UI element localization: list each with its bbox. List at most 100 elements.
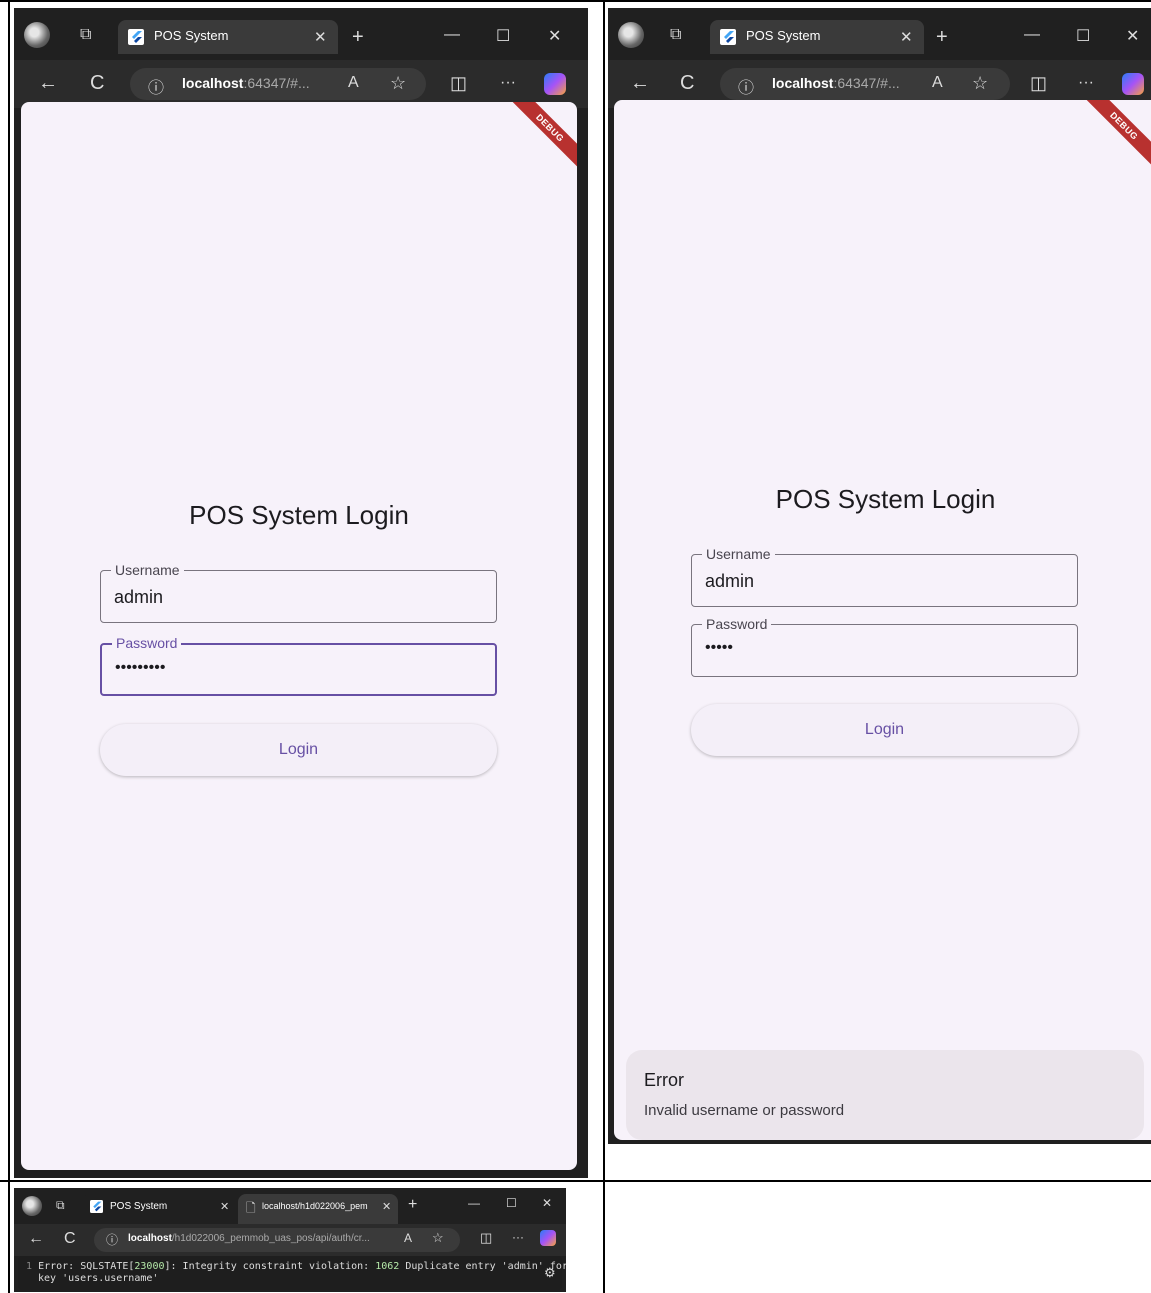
read-aloud-icon[interactable]: A — [404, 1231, 412, 1245]
more-icon[interactable]: ··· — [1078, 74, 1094, 92]
tab-close-icon[interactable]: ✕ — [220, 1200, 229, 1213]
profile-avatar[interactable] — [618, 22, 644, 48]
profile-avatar[interactable] — [24, 22, 50, 48]
tab-close-icon[interactable]: ✕ — [314, 28, 327, 46]
grid-line-top — [0, 0, 1151, 2]
login-button[interactable]: Login — [100, 724, 497, 776]
browser-tab[interactable]: POS System ✕ — [710, 20, 924, 54]
app-viewport: DEBUG POS System Login Username admin Pa… — [614, 100, 1151, 1140]
flutter-icon — [90, 1200, 103, 1213]
maximize-icon[interactable]: ☐ — [496, 26, 510, 46]
username-label: Username — [111, 562, 184, 578]
tab-title: POS System — [110, 1201, 168, 1212]
username-value: admin — [114, 587, 164, 607]
tab-title: localhost/h1d022006_pem — [262, 1201, 368, 1211]
site-info-icon[interactable]: ⓘ — [738, 74, 754, 98]
reload-icon[interactable]: C — [90, 72, 104, 95]
back-icon[interactable]: ← — [28, 1230, 44, 1248]
password-value: ••••• — [705, 639, 734, 656]
profile-avatar[interactable] — [22, 1196, 42, 1216]
password-field[interactable]: Password ••••••••• — [100, 635, 497, 696]
settings-gear-icon[interactable]: ⚙ — [544, 1265, 556, 1281]
read-aloud-icon[interactable]: A — [348, 74, 359, 92]
debug-banner: DEBUG — [1079, 100, 1151, 171]
browser-tab-api[interactable]: 🗋 localhost/h1d022006_pem ✕ — [238, 1194, 398, 1224]
title-bar: ⧉ POS System ✕ + — ☐ ✕ — [14, 8, 588, 60]
browser-window-bottom: ⧉ POS System ✕ 🗋 localhost/h1d022006_pem… — [14, 1188, 566, 1292]
username-value: admin — [705, 571, 755, 591]
new-tab-icon[interactable]: + — [352, 26, 364, 49]
site-info-icon[interactable]: ⓘ — [106, 1231, 118, 1248]
password-label: Password — [702, 616, 772, 632]
url-text: localhost:64347/#... — [182, 75, 310, 91]
split-screen-icon[interactable]: ◫ — [450, 73, 467, 94]
favorite-icon[interactable]: ☆ — [432, 1230, 444, 1246]
back-icon[interactable]: ← — [38, 72, 58, 95]
snackbar-message: Invalid username or password — [644, 1102, 845, 1119]
app-viewport: DEBUG POS System Login Username admin Pa… — [21, 102, 577, 1170]
username-field[interactable]: Username admin — [691, 546, 1078, 607]
grid-line-middle — [0, 1180, 1151, 1182]
flutter-icon — [720, 29, 736, 45]
login-title: POS System Login — [775, 484, 996, 514]
tab-title: POS System — [746, 28, 821, 43]
username-field[interactable]: Username admin — [100, 562, 497, 623]
workspaces-icon[interactable]: ⧉ — [80, 26, 91, 44]
copilot-icon[interactable] — [540, 1230, 556, 1246]
browser-window-left: ⧉ POS System ✕ + — ☐ ✕ ← C ⓘ localhost:6… — [14, 8, 588, 1178]
address-bar: ← C ⓘ localhost:64347/#... A ☆ ◫ ··· — [14, 60, 588, 108]
login-title: POS System Login — [189, 500, 409, 530]
error-output: 1 Error: SQLSTATE[23000]: Integrity cons… — [26, 1261, 566, 1272]
address-bar: ← C ⓘ localhost/h1d022006_pemmob_uas_pos… — [14, 1224, 566, 1256]
more-icon[interactable]: ··· — [512, 1230, 524, 1244]
page-icon: 🗋 — [246, 1201, 256, 1215]
reload-icon[interactable]: C — [680, 72, 694, 95]
url-bar[interactable]: ⓘ localhost:64347/#... A ☆ — [130, 68, 426, 100]
tab-close-icon[interactable]: ✕ — [382, 1200, 391, 1213]
favorite-icon[interactable]: ☆ — [390, 73, 406, 94]
flutter-icon — [128, 29, 144, 45]
debug-banner: DEBUG — [505, 102, 577, 173]
url-text: localhost/h1d022006_pemmob_uas_pos/api/a… — [128, 1233, 370, 1244]
reload-icon[interactable]: C — [64, 1230, 76, 1248]
copilot-icon[interactable] — [1122, 73, 1144, 95]
site-info-icon[interactable]: ⓘ — [148, 74, 164, 98]
line-number: 1 — [26, 1261, 33, 1272]
read-aloud-icon[interactable]: A — [932, 74, 943, 92]
more-icon[interactable]: ··· — [500, 74, 516, 92]
workspaces-icon[interactable]: ⧉ — [670, 26, 681, 44]
minimize-icon[interactable]: — — [468, 1196, 480, 1210]
error-snackbar: Error Invalid username or password — [626, 1050, 1144, 1140]
username-label: Username — [702, 546, 775, 562]
title-bar: ⧉ POS System ✕ + — ☐ ✕ — [608, 8, 1151, 60]
error-output-line2: key 'users.username' — [38, 1273, 159, 1284]
maximize-icon[interactable]: ☐ — [1076, 26, 1090, 46]
password-value: ••••••••• — [115, 659, 166, 676]
close-window-icon[interactable]: ✕ — [548, 26, 561, 46]
split-screen-icon[interactable]: ◫ — [1030, 73, 1047, 94]
close-window-icon[interactable]: ✕ — [542, 1196, 552, 1210]
tab-title: POS System — [154, 28, 229, 43]
favorite-icon[interactable]: ☆ — [972, 73, 988, 94]
minimize-icon[interactable]: — — [444, 26, 460, 44]
tab-close-icon[interactable]: ✕ — [900, 28, 913, 46]
title-bar: ⧉ POS System ✕ 🗋 localhost/h1d022006_pem… — [14, 1188, 566, 1224]
url-bar[interactable]: ⓘ localhost:64347/#... A ☆ — [720, 68, 1010, 100]
split-screen-icon[interactable]: ◫ — [480, 1230, 492, 1246]
url-bar[interactable]: ⓘ localhost/h1d022006_pemmob_uas_pos/api… — [94, 1228, 460, 1252]
password-field[interactable]: Password ••••• — [691, 616, 1078, 677]
workspaces-icon[interactable]: ⧉ — [56, 1198, 65, 1213]
browser-tab-pos[interactable]: POS System ✕ — [82, 1194, 232, 1220]
minimize-icon[interactable]: — — [1024, 26, 1040, 44]
new-tab-icon[interactable]: + — [936, 26, 948, 49]
snackbar-title: Error — [644, 1070, 684, 1090]
copilot-icon[interactable] — [544, 73, 566, 95]
back-icon[interactable]: ← — [630, 72, 650, 95]
new-tab-icon[interactable]: + — [408, 1196, 417, 1214]
response-viewer: 1 Error: SQLSTATE[23000]: Integrity cons… — [18, 1256, 566, 1290]
login-button[interactable]: Login — [691, 704, 1078, 756]
close-window-icon[interactable]: ✕ — [1126, 26, 1139, 46]
grid-line-left — [8, 0, 10, 1293]
browser-tab[interactable]: POS System ✕ — [118, 20, 338, 54]
maximize-icon[interactable]: ☐ — [506, 1196, 517, 1210]
